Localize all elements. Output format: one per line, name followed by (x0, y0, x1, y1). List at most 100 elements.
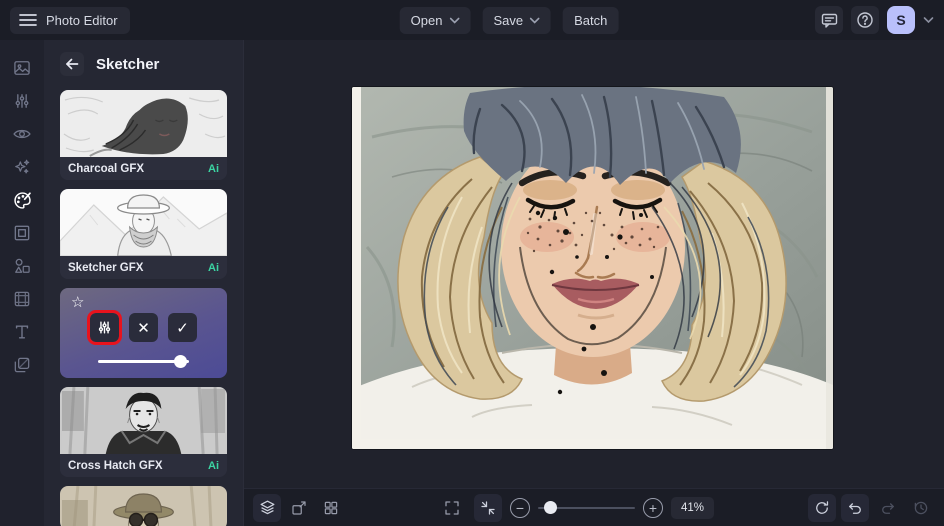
effect-card-charcoal[interactable]: Charcoal GFX Ai (60, 90, 227, 180)
sliders-icon (96, 319, 113, 336)
eye-icon (12, 124, 32, 144)
effect-thumbnail-charcoal (60, 90, 227, 157)
save-button[interactable]: Save (482, 7, 551, 34)
sparkles-icon (12, 157, 32, 177)
effect-card-selected: ☆ ✕ ✓ (60, 288, 227, 378)
effect-list: Charcoal GFX Ai (60, 90, 227, 526)
plus-icon: + (649, 501, 657, 515)
chevron-down-icon (449, 17, 459, 24)
zoom-slider-handle[interactable] (544, 501, 557, 514)
zoom-out-button[interactable]: − (510, 498, 530, 518)
rail-shapes-tool[interactable] (4, 252, 40, 280)
effect-card-partial[interactable] (60, 486, 227, 526)
effect-thumbnail-sketcher (60, 189, 227, 256)
effect-cancel-button[interactable]: ✕ (129, 313, 158, 342)
open-button[interactable]: Open (400, 7, 471, 34)
framed-picture-icon (12, 289, 32, 309)
rail-frame-tool[interactable] (4, 219, 40, 247)
tool-rail (0, 40, 44, 526)
effect-name: Cross Hatch GFX (68, 460, 163, 472)
preview-window-icon (290, 499, 308, 517)
effect-settings-button[interactable] (90, 313, 119, 342)
portrait-artwork (352, 87, 833, 449)
batch-button[interactable]: Batch (563, 7, 618, 34)
history-button[interactable] (907, 494, 935, 522)
open-button-label: Open (411, 13, 443, 28)
undo-icon (846, 499, 864, 517)
palette-icon (12, 190, 33, 211)
rail-palette-tool[interactable] (4, 186, 40, 214)
feedback-bubble-icon (821, 12, 838, 29)
panel-header: Sketcher (60, 52, 227, 76)
account-chevron-icon[interactable] (923, 16, 934, 24)
favorite-star-icon[interactable]: ☆ (69, 293, 86, 312)
shapes-icon (12, 256, 32, 276)
canvas-image[interactable] (352, 87, 833, 449)
effect-thumbnail-crosshatch (60, 387, 227, 454)
help-button[interactable] (851, 6, 879, 34)
text-icon (12, 322, 32, 342)
effect-name: Charcoal GFX (68, 163, 144, 175)
zoom-in-button[interactable]: + (643, 498, 663, 518)
undo-button[interactable] (841, 494, 869, 522)
refresh-icon (813, 499, 831, 517)
effect-strength-slider[interactable] (98, 355, 189, 368)
redo-icon (879, 499, 897, 517)
ai-badge: Ai (208, 163, 219, 175)
grid-view-button[interactable] (317, 494, 345, 522)
help-circle-icon (856, 11, 874, 29)
reset-button[interactable] (808, 494, 836, 522)
canvas-frame-icon (12, 223, 32, 243)
grid-icon (322, 499, 340, 517)
preview-button[interactable] (285, 494, 313, 522)
rail-text-tool[interactable] (4, 318, 40, 346)
minus-icon: − (516, 501, 524, 515)
effect-strength-handle[interactable] (174, 355, 187, 368)
hamburger-menu-icon (19, 13, 37, 27)
effect-card-label-row: Cross Hatch GFX Ai (60, 454, 227, 477)
zoom-slider[interactable] (538, 501, 635, 514)
effect-card-label-row: Sketcher GFX Ai (60, 256, 227, 279)
duplicate-icon (12, 355, 32, 375)
image-icon (12, 58, 32, 78)
chevron-down-icon (530, 17, 540, 24)
topbar: Photo Editor Open Save Batch (0, 0, 944, 40)
canvas-area[interactable]: − + 41% (244, 40, 944, 526)
app-root: Photo Editor Open Save Batch (0, 0, 944, 526)
fit-screen-button[interactable] (474, 494, 502, 522)
effect-card-crosshatch[interactable]: Cross Hatch GFX Ai (60, 387, 227, 477)
layers-button[interactable] (253, 494, 281, 522)
fullscreen-button[interactable] (438, 494, 466, 522)
effect-card-sketcher[interactable]: Sketcher GFX Ai (60, 189, 227, 279)
arrow-left-icon (65, 58, 79, 70)
save-button-label: Save (493, 13, 523, 28)
effect-card-label-row: Charcoal GFX Ai (60, 157, 227, 180)
panel-title: Sketcher (96, 56, 159, 73)
fullscreen-icon (443, 499, 461, 517)
zoom-level-value[interactable]: 41% (671, 497, 714, 519)
feedback-button[interactable] (815, 6, 843, 34)
history-clock-icon (912, 499, 930, 517)
sketcher-panel: Sketcher (44, 40, 244, 526)
rail-duplicate-tool[interactable] (4, 351, 40, 379)
avatar[interactable]: S (887, 6, 915, 34)
rail-image-tool[interactable] (4, 54, 40, 82)
history-controls (808, 494, 935, 522)
redo-button[interactable] (874, 494, 902, 522)
back-button[interactable] (60, 52, 84, 76)
ai-badge: Ai (208, 460, 219, 472)
rail-eye-tool[interactable] (4, 120, 40, 148)
rail-texture-tool[interactable] (4, 285, 40, 313)
rail-adjust-tool[interactable] (4, 87, 40, 115)
zoom-controls: − + 41% (438, 494, 714, 522)
main-menu-button[interactable]: Photo Editor (10, 7, 130, 34)
layers-icon (258, 498, 277, 517)
bottombar: − + 41% (244, 488, 944, 526)
adjustments-icon (12, 91, 32, 111)
close-icon: ✕ (137, 319, 150, 337)
view-mode-group (253, 494, 345, 522)
check-icon: ✓ (176, 319, 189, 337)
effect-apply-button[interactable]: ✓ (168, 313, 197, 342)
rail-effects-tool[interactable] (4, 153, 40, 181)
fit-screen-icon (479, 499, 497, 517)
